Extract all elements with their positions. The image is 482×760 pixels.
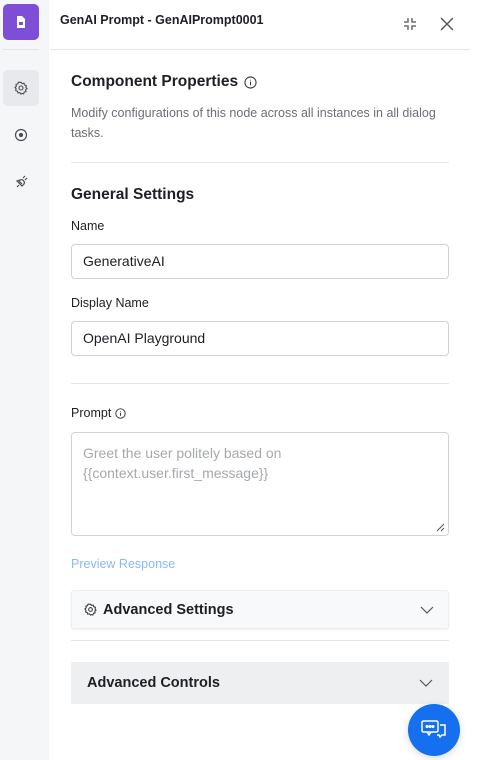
divider: [71, 640, 449, 641]
display-name-input[interactable]: OpenAI Playground: [71, 321, 449, 356]
display-name-label: Display Name: [71, 296, 149, 310]
divider: [71, 383, 449, 384]
info-icon[interactable]: [115, 407, 126, 419]
chat-bubbles-icon: [421, 720, 446, 739]
sidebar-connections-button[interactable]: [3, 164, 39, 200]
close-icon: [440, 17, 454, 31]
collapse-icon: [404, 18, 416, 30]
chat-assistant-button[interactable]: [408, 704, 460, 756]
component-description: Modify configurations of this node acros…: [71, 106, 436, 140]
name-label: Name: [71, 219, 105, 233]
prompt-label: Prompt: [71, 406, 112, 420]
chevron-down-icon: [420, 606, 434, 614]
panel-title: GenAI Prompt - GenAIPrompt0001: [60, 13, 264, 27]
advanced-settings-accordion[interactable]: Advanced Settings: [71, 590, 449, 629]
node-type-logo: [3, 4, 39, 40]
advanced-controls-label: Advanced Controls: [87, 675, 220, 691]
advanced-controls-accordion[interactable]: Advanced Controls: [71, 662, 449, 704]
minimize-button[interactable]: [400, 14, 420, 34]
name-input[interactable]: GenerativeAI: [71, 244, 449, 279]
plug-icon: [15, 175, 28, 188]
document-icon: [17, 16, 25, 28]
prompt-placeholder: Greet the user politely based on {{conte…: [83, 445, 282, 481]
component-properties-heading: Component Properties: [71, 73, 257, 91]
target-icon: [14, 128, 28, 142]
sidebar-settings-button[interactable]: [3, 70, 39, 106]
sidebar-target-button[interactable]: [3, 117, 39, 153]
resize-handle-icon[interactable]: [436, 523, 445, 532]
info-icon[interactable]: [244, 75, 257, 89]
gear-icon: [14, 81, 28, 95]
prompt-textarea[interactable]: Greet the user politely based on {{conte…: [71, 432, 449, 536]
advanced-settings-label: Advanced Settings: [103, 601, 234, 618]
sidebar: [0, 0, 49, 760]
component-properties-title: Component Properties: [71, 73, 239, 90]
sidebar-divider: [3, 49, 39, 50]
chevron-down-icon: [419, 679, 433, 687]
general-settings-heading: General Settings: [71, 186, 195, 203]
panel-header: GenAI Prompt - GenAIPrompt0001: [50, 0, 470, 50]
divider: [71, 162, 449, 163]
prompt-label-row: Prompt: [71, 406, 126, 420]
preview-response-link[interactable]: Preview Response: [71, 557, 175, 571]
gear-icon: [84, 603, 97, 616]
close-button[interactable]: [437, 14, 457, 34]
